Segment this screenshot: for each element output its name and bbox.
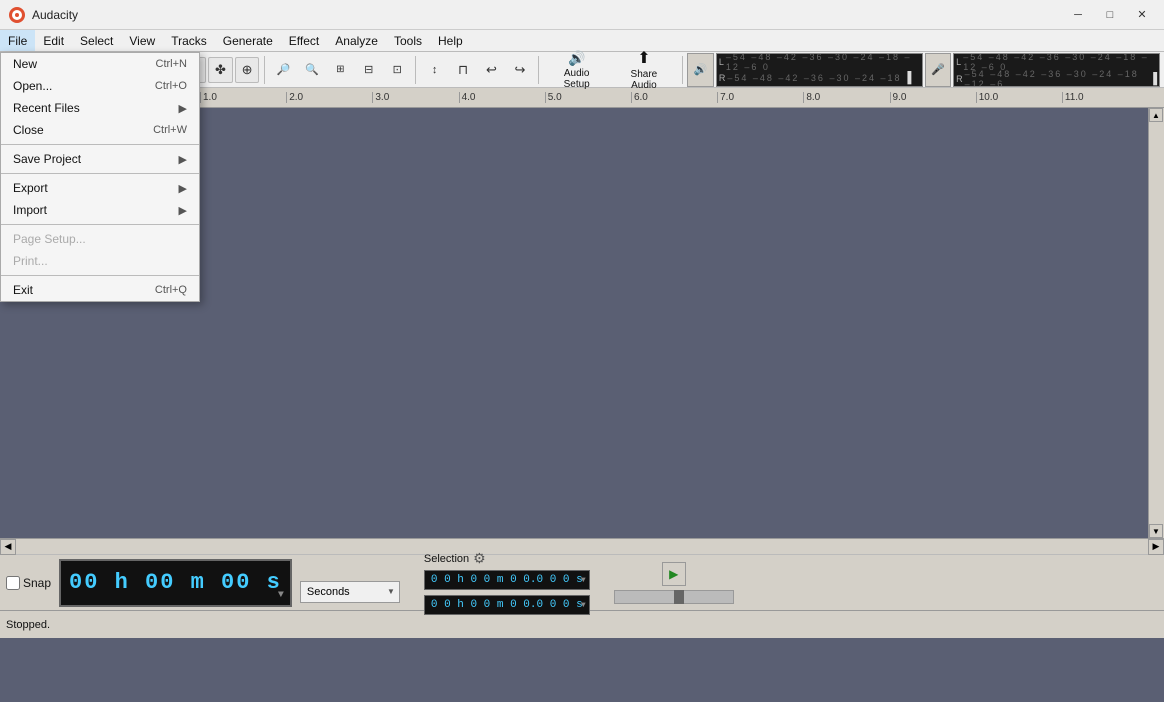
menu-tracks[interactable]: Tracks [163, 30, 215, 51]
selection-end-time: 0 0 h 0 0 m 0 0.0 0 0 s [424, 595, 590, 615]
title-text: Audacity [32, 8, 1064, 22]
selection-label: Selection [424, 553, 469, 565]
menu-save-project[interactable]: Save Project ▶ [1, 148, 199, 170]
zoom-fit-button[interactable]: ⊟ [356, 56, 382, 84]
menu-help[interactable]: Help [430, 30, 471, 51]
status-text: Stopped. [6, 619, 50, 631]
scroll-left-arrow[interactable]: ◀ [0, 539, 16, 555]
snap-area: Snap [6, 576, 51, 590]
share-icon: ⬆ [637, 48, 650, 68]
menu-export[interactable]: Export ▶ [1, 177, 199, 199]
share-audio-button[interactable]: ⬆ Share Audio [611, 54, 676, 86]
playback-meter: L –54 –48 –42 –36 –30 –24 –18 –12 –6 0 R… [716, 53, 923, 87]
separator-5 [682, 56, 683, 84]
file-menu: New Ctrl+N Open... Ctrl+O Recent Files ▶… [0, 52, 200, 302]
separator-a [1, 144, 199, 145]
menu-recent-files[interactable]: Recent Files ▶ [1, 97, 199, 119]
time-value: 00 h 00 m 00 s [69, 570, 282, 595]
zoom-tool-button[interactable]: ⊕ [235, 57, 260, 83]
time-format-dropdown[interactable]: Seconds [300, 581, 400, 603]
menu-tools[interactable]: Tools [386, 30, 430, 51]
separator-3 [415, 56, 416, 84]
audio-setup-button[interactable]: 🔊 Audio Setup [544, 54, 609, 86]
separator-c [1, 224, 199, 225]
minimize-button[interactable]: ─ [1064, 5, 1092, 25]
zoom-out-button[interactable]: 🔍 [299, 56, 325, 84]
volume-icon: 🔊 [568, 50, 585, 67]
app-icon [8, 6, 26, 24]
speed-slider[interactable] [614, 590, 734, 604]
menu-import[interactable]: Import ▶ [1, 199, 199, 221]
close-button[interactable]: ✕ [1128, 5, 1156, 25]
bottom-toolbar: Snap 00 h 00 m 00 s Seconds Selection ⚙ … [0, 554, 1164, 610]
menu-select[interactable]: Select [72, 30, 121, 51]
redo-button[interactable]: ↪ [507, 56, 533, 84]
menu-view[interactable]: View [121, 30, 163, 51]
menu-edit[interactable]: Edit [35, 30, 72, 51]
zoom-selection-button[interactable]: ⊞ [327, 56, 353, 84]
menu-exit[interactable]: Exit Ctrl+Q [1, 279, 199, 301]
selection-start-time: 0 0 h 0 0 m 0 0.0 0 0 s [424, 570, 590, 590]
play-at-speed-section: ▶ [614, 562, 734, 604]
window-controls: ─ □ ✕ [1064, 5, 1156, 25]
record-meter-button[interactable]: 🎤 [925, 53, 951, 87]
selection-section: Selection ⚙ 0 0 h 0 0 m 0 0.0 0 0 s 0 0 … [424, 550, 590, 615]
speed-thumb [674, 590, 684, 604]
title-bar: Audacity ─ □ ✕ [0, 0, 1164, 30]
menu-open[interactable]: Open... Ctrl+O [1, 75, 199, 97]
separator-4 [538, 56, 539, 84]
trim-button[interactable]: ↕ [421, 56, 447, 84]
undo-button[interactable]: ↩ [478, 56, 504, 84]
silence-button[interactable]: ⊓ [450, 56, 476, 84]
zoom-in-button[interactable]: 🔎 [270, 56, 296, 84]
menu-generate[interactable]: Generate [215, 30, 281, 51]
menu-print: Print... [1, 250, 199, 272]
menu-analyze[interactable]: Analyze [327, 30, 386, 51]
selection-settings-icon[interactable]: ⚙ [473, 550, 486, 567]
playback-meter-button[interactable]: 🔊 [687, 53, 713, 87]
multi-tool-button[interactable]: ✤ [208, 57, 233, 83]
menu-new[interactable]: New Ctrl+N [1, 53, 199, 75]
vertical-scrollbar[interactable]: ▲ ▼ [1148, 108, 1164, 538]
play-at-speed-button[interactable]: ▶ [662, 562, 686, 586]
record-meter: L –54 –48 –42 –36 –30 –24 –18 –12 –6 0 R… [953, 53, 1160, 87]
dropdown-label: Seconds [307, 586, 350, 598]
menu-close[interactable]: Close Ctrl+W [1, 119, 199, 141]
menu-page-setup: Page Setup... [1, 228, 199, 250]
separator-2 [264, 56, 265, 84]
scroll-right-arrow[interactable]: ▶ [1148, 539, 1164, 555]
menu-effect[interactable]: Effect [281, 30, 327, 51]
zoom-full-button[interactable]: ⊡ [384, 56, 410, 84]
menu-file[interactable]: File [0, 30, 35, 51]
separator-b [1, 173, 199, 174]
time-display: 00 h 00 m 00 s [59, 559, 292, 607]
separator-d [1, 275, 199, 276]
snap-label: Snap [23, 576, 51, 590]
share-audio-label: Share Audio [618, 69, 669, 91]
audio-setup-label: Audio Setup [551, 68, 602, 90]
snap-checkbox[interactable] [6, 576, 20, 590]
maximize-button[interactable]: □ [1096, 5, 1124, 25]
